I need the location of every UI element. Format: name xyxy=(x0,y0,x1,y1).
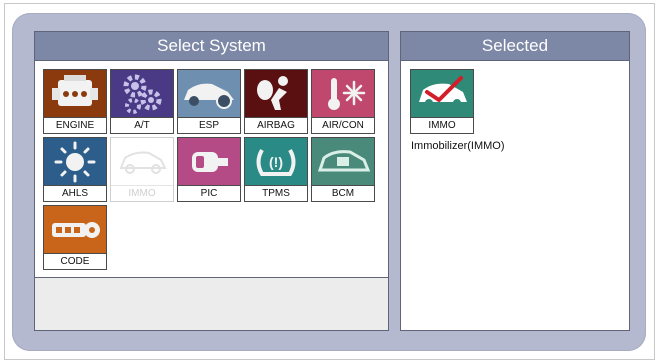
car-brake-icon xyxy=(178,70,240,118)
system-tile-label: CODE xyxy=(44,253,106,269)
system-tile-label: AIRBAG xyxy=(245,117,307,133)
tire-pressure-icon: (!) xyxy=(245,138,307,186)
headlight-icon xyxy=(44,138,106,186)
selected-tile-label: IMMO xyxy=(411,117,473,133)
system-tile-at[interactable]: A/T xyxy=(110,69,174,134)
engine-icon xyxy=(44,70,106,118)
selected-tile-immo[interactable]: IMMO xyxy=(410,69,474,134)
svg-text:(!): (!) xyxy=(269,154,283,170)
system-tile-airbag[interactable]: AIRBAG xyxy=(244,69,308,134)
system-tile-esp[interactable]: ESP xyxy=(177,69,241,134)
gears-icon xyxy=(111,70,173,118)
select-system-header: Select System xyxy=(35,32,388,61)
system-tile-bcm[interactable]: BCM xyxy=(311,137,375,202)
thermometer-snow-icon xyxy=(312,70,374,118)
immobilizer-check-icon xyxy=(411,70,473,118)
system-tile-label: ESP xyxy=(178,117,240,133)
system-tile-tpms[interactable]: (!) TPMS xyxy=(244,137,308,202)
key-code-icon xyxy=(44,206,106,254)
system-tile-label: PIC xyxy=(178,185,240,201)
body-control-icon xyxy=(312,138,374,186)
select-system-panel: Select System ENGINE A/T ESP AIRBAG AIR/… xyxy=(34,31,389,331)
system-tile-engine[interactable]: ENGINE xyxy=(43,69,107,134)
immobilizer-icon xyxy=(111,138,173,186)
system-tile-label: IMMO xyxy=(111,185,173,201)
system-tile-label: BCM xyxy=(312,185,374,201)
select-system-footer xyxy=(35,277,388,330)
system-tile-label: ENGINE xyxy=(44,117,106,133)
system-tile-code[interactable]: CODE xyxy=(43,205,107,270)
system-tile-aircon[interactable]: AIR/CON xyxy=(311,69,375,134)
system-tile-pic[interactable]: PIC xyxy=(177,137,241,202)
system-tile-label: A/T xyxy=(111,117,173,133)
system-tile-label: AHLS xyxy=(44,185,106,201)
system-tile-label: TPMS xyxy=(245,185,307,201)
smart-key-icon xyxy=(178,138,240,186)
selected-header: Selected xyxy=(401,32,629,61)
selected-panel: Selected IMMO Immobilizer(IMMO) xyxy=(400,31,630,331)
system-tile-ahls[interactable]: AHLS xyxy=(43,137,107,202)
airbag-icon xyxy=(245,70,307,118)
selected-description: Immobilizer(IMMO) xyxy=(411,140,505,152)
system-tile-label: AIR/CON xyxy=(312,117,374,133)
system-tile-immo[interactable]: IMMO xyxy=(110,137,174,202)
